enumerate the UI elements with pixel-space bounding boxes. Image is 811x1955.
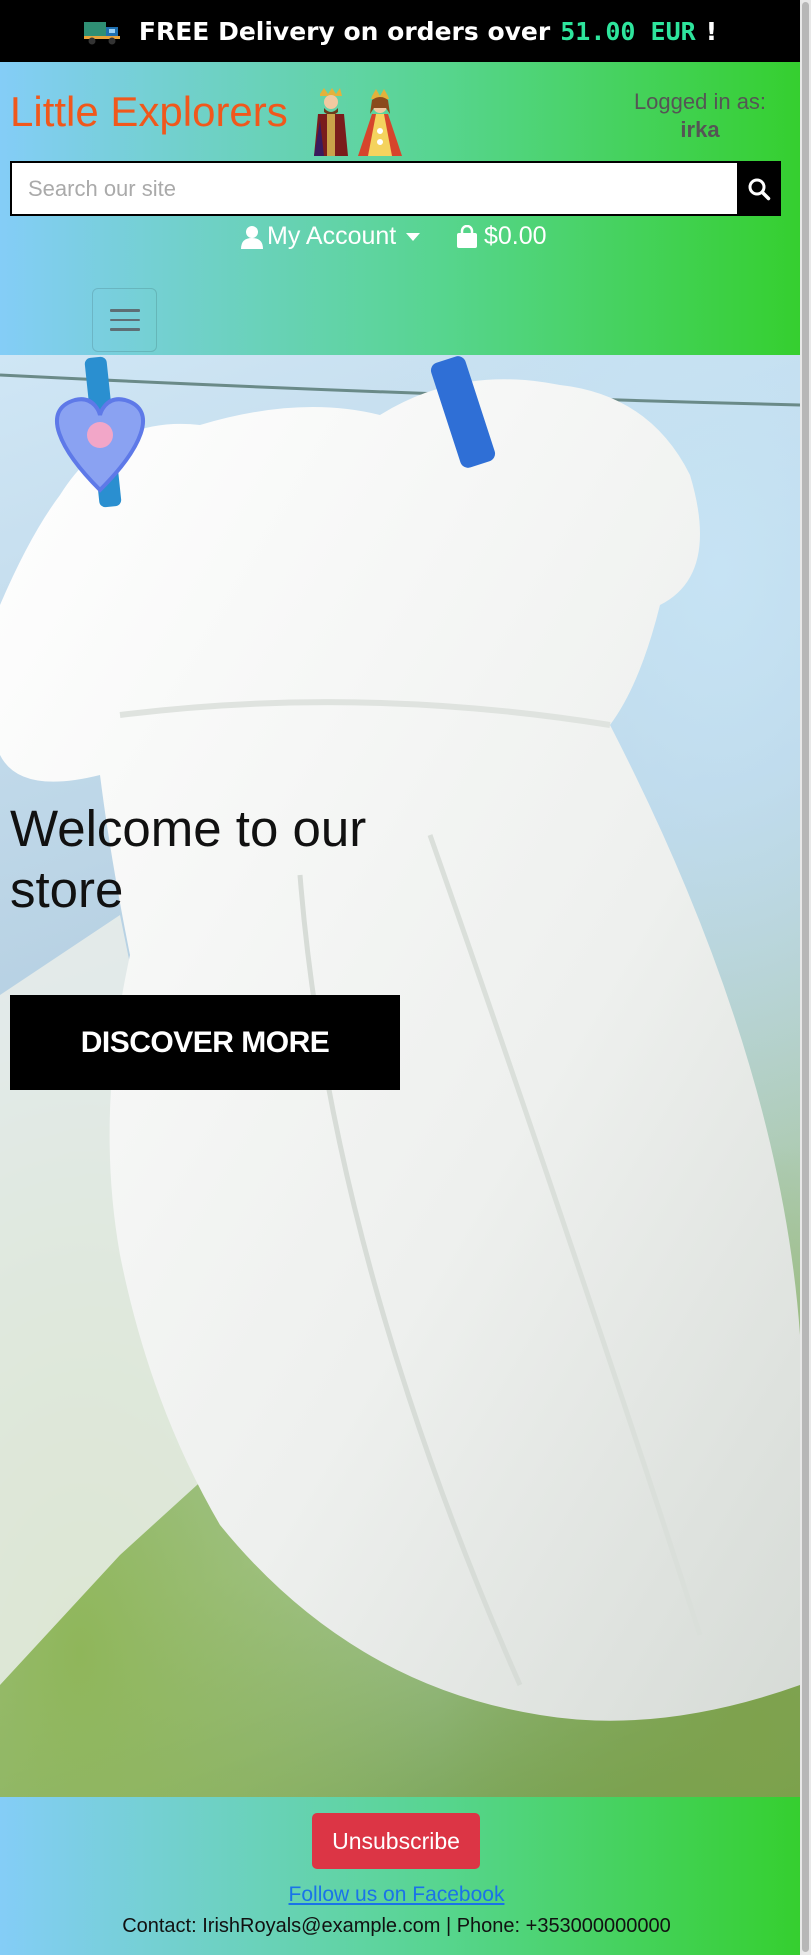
logged-in-label: Logged in as: (633, 89, 767, 114)
royal-couple-icon (314, 88, 402, 156)
hamburger-icon-bar (109, 328, 140, 331)
chevron-down-icon (406, 232, 421, 241)
delivery-text: FREE Delivery on orders over (138, 16, 551, 46)
unsubscribe-button[interactable]: Unsubscribe (312, 1813, 480, 1869)
nav-toggle-button[interactable] (92, 288, 157, 352)
shopping-bag-icon (457, 224, 477, 248)
bag-total: $0.00 (484, 222, 547, 250)
my-account-dropdown[interactable]: My Account (241, 222, 421, 251)
page-scrollbar[interactable] (800, 0, 811, 1955)
site-header: Little Explorers Logged in as: irka Sear… (0, 62, 800, 355)
contact-info: Contact: IrishRoyals@example.com | Phone… (122, 1915, 671, 1937)
user-icon (241, 225, 263, 249)
search-input[interactable] (10, 161, 737, 216)
username: irka (680, 117, 720, 142)
delivery-banner: FREE Delivery on orders over 51.00 EUR ! (0, 0, 800, 62)
site-footer: Unsubscribe Follow us on Facebook Contac… (0, 1797, 800, 1955)
hamburger-icon-bar (109, 309, 140, 312)
my-account-label: My Account (267, 222, 397, 250)
login-status: Logged in as: irka (600, 88, 800, 144)
discover-more-button[interactable]: DISCOVER MORE (10, 995, 400, 1090)
search-form (10, 161, 781, 216)
search-button[interactable] (737, 161, 781, 216)
page: FREE Delivery on orders over 51.00 EUR !… (0, 0, 800, 1955)
shopping-bag-link[interactable]: $0.00 (456, 222, 547, 251)
search-icon (748, 178, 771, 200)
hamburger-icon-bar (109, 318, 140, 322)
delivery-truck-icon (83, 22, 120, 45)
delivery-threshold: 51.00 EUR (560, 16, 696, 46)
facebook-link[interactable]: Follow us on Facebook (0, 1883, 793, 1907)
scrollbar-thumb[interactable] (802, 2, 809, 1952)
delivery-exclamation: ! (705, 16, 718, 46)
hero-section: Welcome to our store DISCOVER MORE (0, 355, 800, 1797)
hero-title: Welcome to our store (10, 800, 367, 918)
brand-logo-link[interactable]: Little Explorers (10, 88, 288, 136)
